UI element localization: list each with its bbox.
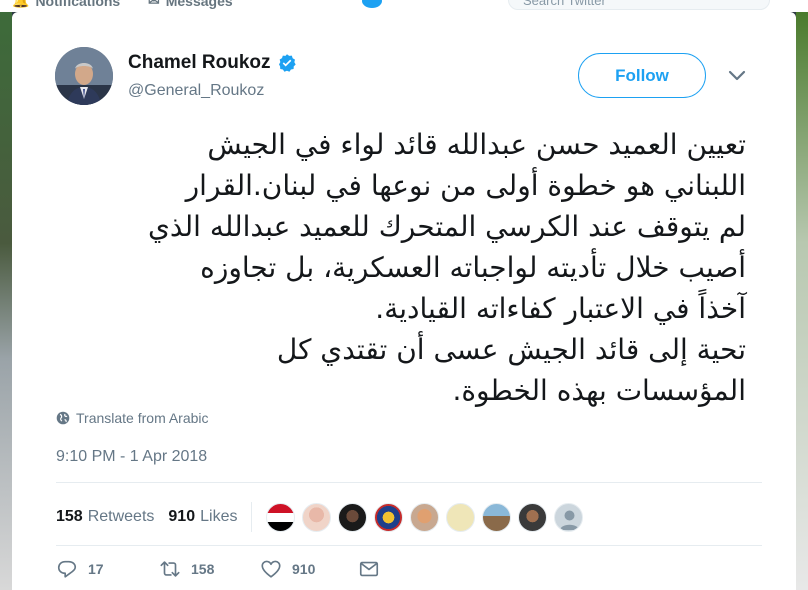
- liker-avatar[interactable]: [446, 502, 476, 532]
- follow-button[interactable]: Follow: [578, 53, 706, 98]
- tweet-modal: Chamel Roukoz @General_Roukoz Follow تعي…: [12, 12, 796, 590]
- tweet-stats: 158 Retweets 910 Likes: [56, 502, 584, 532]
- divider: [56, 482, 762, 483]
- retweets-label: Retweets: [87, 508, 155, 525]
- nav-messages[interactable]: ✉ Messages: [148, 0, 233, 9]
- default-avatar-icon[interactable]: [554, 502, 584, 532]
- retweet-count: 158: [191, 561, 215, 577]
- liker-avatar[interactable]: [374, 502, 404, 532]
- translate-label: Translate from Arabic: [76, 410, 209, 426]
- liker-avatar[interactable]: [338, 502, 368, 532]
- nav-messages-label: Messages: [165, 0, 233, 9]
- liker-avatar[interactable]: [302, 502, 332, 532]
- liker-avatar[interactable]: [518, 502, 548, 532]
- likers-avatars: [266, 502, 584, 532]
- author-name[interactable]: Chamel Roukoz: [128, 52, 271, 74]
- like-button[interactable]: 910: [260, 558, 358, 580]
- globe-icon: [56, 411, 70, 425]
- nav-notifications-label: Notifications: [35, 0, 121, 9]
- twitter-top-bar: 🔔 Notifications ✉ Messages Search Twitte…: [0, 0, 808, 12]
- nav-notifications[interactable]: 🔔 Notifications: [12, 0, 120, 9]
- translate-link[interactable]: Translate from Arabic: [56, 410, 209, 426]
- retweet-icon: [160, 561, 180, 577]
- tweet-text: تعيين العميد حسن عبدالله قائد لواء في ال…: [148, 128, 746, 407]
- likes-label: Likes: [200, 508, 238, 525]
- twitter-logo-icon[interactable]: [362, 0, 382, 8]
- divider: [56, 545, 762, 546]
- search-input[interactable]: Search Twitter: [508, 0, 770, 10]
- heart-icon: [261, 560, 281, 578]
- likes-stat[interactable]: 910 Likes: [168, 508, 237, 526]
- liker-avatar[interactable]: [482, 502, 512, 532]
- background-timeline-left: [0, 12, 12, 590]
- chevron-down-icon[interactable]: [728, 70, 746, 82]
- verified-badge-icon: [278, 54, 296, 72]
- likes-count: 910: [168, 508, 196, 525]
- bell-icon: 🔔: [12, 0, 30, 8]
- liker-avatar[interactable]: [410, 502, 440, 532]
- direct-message-button[interactable]: [358, 558, 380, 580]
- reply-icon: [57, 560, 77, 578]
- author-handle[interactable]: @General_Roukoz: [128, 82, 264, 100]
- reply-count: 17: [88, 561, 104, 577]
- envelope-icon: ✉: [148, 0, 160, 8]
- envelope-icon: [359, 561, 379, 577]
- retweets-count: 158: [56, 508, 83, 525]
- retweets-stat[interactable]: 158 Retweets: [56, 508, 154, 526]
- background-timeline-right: [796, 12, 808, 590]
- like-count: 910: [292, 561, 316, 577]
- author-name-row[interactable]: Chamel Roukoz: [128, 52, 297, 74]
- liker-avatar[interactable]: [266, 502, 296, 532]
- author-avatar[interactable]: [55, 47, 113, 105]
- reply-button[interactable]: 17: [56, 558, 159, 580]
- tweet-actions: 17 158 910: [56, 558, 380, 580]
- stats-separator: [251, 502, 253, 532]
- tweet-timestamp: 9:10 PM - 1 Apr 2018: [56, 448, 208, 465]
- retweet-button[interactable]: 158: [159, 558, 260, 580]
